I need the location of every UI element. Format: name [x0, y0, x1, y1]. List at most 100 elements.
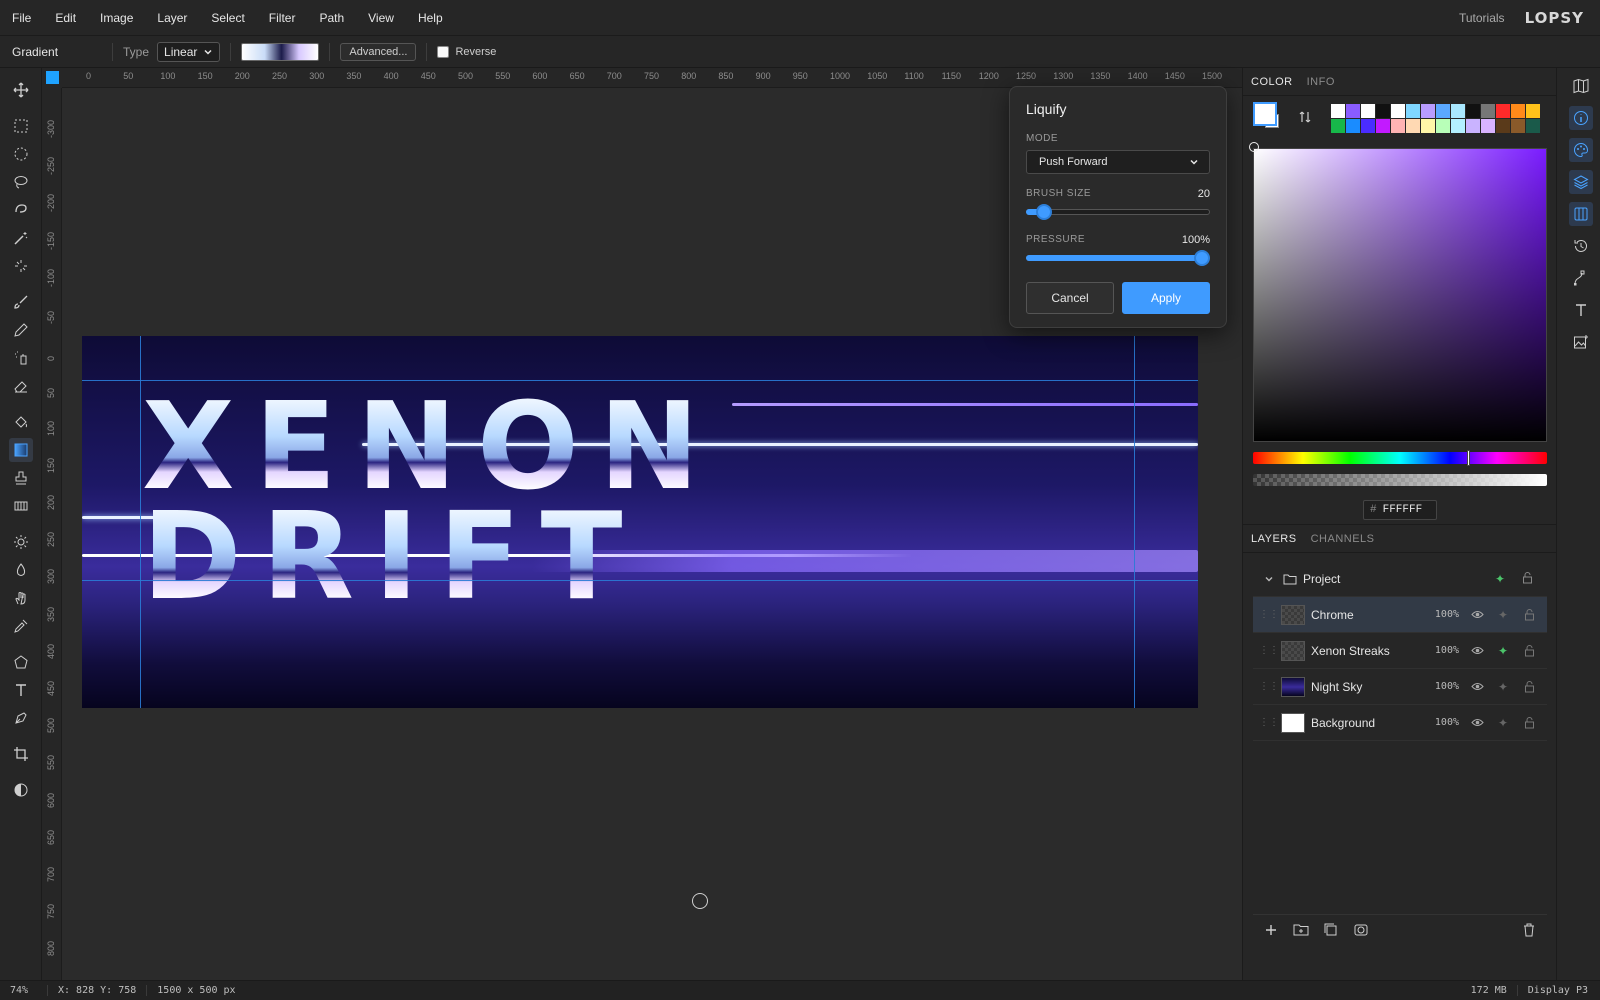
- eye-icon[interactable]: [1469, 679, 1485, 695]
- dodge-icon[interactable]: [9, 530, 33, 554]
- color-swatch[interactable]: [1481, 119, 1495, 133]
- advanced-button[interactable]: Advanced...: [340, 42, 417, 61]
- color-swatch[interactable]: [1511, 104, 1525, 118]
- lock-icon[interactable]: [1521, 679, 1537, 695]
- brush-icon[interactable]: [9, 290, 33, 314]
- color-swatch[interactable]: [1346, 119, 1360, 133]
- hue-slider-handle[interactable]: [1467, 450, 1470, 466]
- guide-vertical-right[interactable]: [1134, 336, 1135, 708]
- color-swatch[interactable]: [1406, 119, 1420, 133]
- layer-opacity[interactable]: 100%: [1419, 681, 1459, 692]
- guide-horizontal-bottom[interactable]: [82, 580, 1198, 581]
- layer-row-night-sky[interactable]: ⋮⋮ Night Sky 100% ✦: [1253, 669, 1547, 705]
- menu-view[interactable]: View: [356, 0, 406, 36]
- mode-select[interactable]: Push Forward: [1026, 150, 1210, 174]
- text-tool-icon[interactable]: [9, 678, 33, 702]
- tab-color[interactable]: COLOR: [1251, 76, 1293, 88]
- history-icon[interactable]: [1569, 234, 1593, 258]
- slider-handle[interactable]: [1036, 204, 1053, 220]
- saturation-brightness-field[interactable]: [1253, 148, 1547, 442]
- blur-icon[interactable]: [9, 558, 33, 582]
- eye-icon[interactable]: [1469, 715, 1485, 731]
- layer-row-chrome[interactable]: ⋮⋮ Chrome 100% ✦: [1253, 597, 1547, 633]
- pattern-icon[interactable]: [9, 494, 33, 518]
- menu-filter[interactable]: Filter: [257, 0, 308, 36]
- layer-row-xenon-streaks[interactable]: ⋮⋮ Xenon Streaks 100% ✦: [1253, 633, 1547, 669]
- tab-channels[interactable]: CHANNELS: [1311, 533, 1375, 545]
- guide-vertical-left[interactable]: [140, 336, 141, 708]
- layer-opacity[interactable]: 100%: [1419, 645, 1459, 656]
- contrast-icon[interactable]: [9, 778, 33, 802]
- artwork-canvas[interactable]: XENON DRIFT: [82, 336, 1198, 708]
- drag-handle-icon[interactable]: ⋮⋮: [1259, 609, 1279, 620]
- effects-icon[interactable]: ✦: [1495, 607, 1511, 623]
- rect-select-icon[interactable]: [9, 114, 33, 138]
- layer-row-background[interactable]: ⋮⋮ Background 100% ✦: [1253, 705, 1547, 741]
- color-swatch[interactable]: [1361, 104, 1375, 118]
- lock-icon[interactable]: [1521, 643, 1537, 659]
- tutorials-link[interactable]: Tutorials: [1459, 11, 1505, 25]
- color-swatch[interactable]: [1331, 119, 1345, 133]
- color-swatch[interactable]: [1331, 104, 1345, 118]
- magnetic-lasso-icon[interactable]: [9, 198, 33, 222]
- drag-handle-icon[interactable]: ⋮⋮: [1259, 717, 1279, 728]
- pencil-icon[interactable]: [9, 318, 33, 342]
- new-group-icon[interactable]: [1293, 922, 1309, 938]
- polygon-icon[interactable]: [9, 650, 33, 674]
- menu-select[interactable]: Select: [199, 0, 256, 36]
- layer-group-project[interactable]: Project ✦: [1253, 561, 1547, 597]
- color-swatch[interactable]: [1526, 119, 1540, 133]
- foreground-color-swatch[interactable]: [1253, 102, 1277, 126]
- mask-icon[interactable]: [1353, 922, 1369, 938]
- horizontal-ruler[interactable]: 0 50 100 150 200 250 300 350 400 450 500 550 600 650 7…: [62, 68, 1242, 88]
- menu-layer[interactable]: Layer: [145, 0, 199, 36]
- map-icon[interactable]: [1569, 74, 1593, 98]
- color-swatch[interactable]: [1481, 104, 1495, 118]
- drag-handle-icon[interactable]: ⋮⋮: [1259, 645, 1279, 656]
- lock-icon[interactable]: [1521, 607, 1537, 623]
- drag-handle-icon[interactable]: ⋮⋮: [1259, 681, 1279, 692]
- menu-path[interactable]: Path: [307, 0, 356, 36]
- hand-icon[interactable]: [9, 586, 33, 610]
- color-swatch[interactable]: [1436, 104, 1450, 118]
- info-icon[interactable]: [1569, 106, 1593, 130]
- ellipse-select-icon[interactable]: [9, 142, 33, 166]
- color-swatch[interactable]: [1466, 104, 1480, 118]
- vertical-ruler[interactable]: -300 -250 -200 -150 -100 -50 0 50 100 150 200 250 30…: [42, 88, 62, 980]
- color-swatch[interactable]: [1406, 104, 1420, 118]
- menu-help[interactable]: Help: [406, 0, 455, 36]
- eye-icon[interactable]: [1469, 607, 1485, 623]
- menu-image[interactable]: Image: [88, 0, 145, 36]
- gradient-preview[interactable]: [241, 42, 320, 61]
- color-swatch[interactable]: [1391, 104, 1405, 118]
- color-swatch[interactable]: [1421, 104, 1435, 118]
- character-icon[interactable]: [1569, 298, 1593, 322]
- color-swatch[interactable]: [1496, 119, 1510, 133]
- eyedropper-icon[interactable]: [9, 614, 33, 638]
- guide-horizontal-top[interactable]: [82, 380, 1198, 381]
- effects-icon[interactable]: ✦: [1495, 679, 1511, 695]
- lock-icon[interactable]: [1521, 715, 1537, 731]
- layer-opacity[interactable]: 100%: [1419, 717, 1459, 728]
- pen-icon[interactable]: [9, 706, 33, 730]
- menu-edit[interactable]: Edit: [43, 0, 88, 36]
- color-swatch[interactable]: [1376, 119, 1390, 133]
- color-swatch[interactable]: [1466, 119, 1480, 133]
- color-swatch[interactable]: [1451, 119, 1465, 133]
- crop-icon[interactable]: [9, 742, 33, 766]
- chevron-down-icon[interactable]: [1257, 574, 1281, 584]
- color-swatch[interactable]: [1526, 104, 1540, 118]
- slider-handle[interactable]: [1194, 250, 1210, 266]
- lasso-icon[interactable]: [9, 170, 33, 194]
- color-swatch[interactable]: [1436, 119, 1450, 133]
- eraser-icon[interactable]: [9, 374, 33, 398]
- zoom-level[interactable]: 74%: [0, 985, 48, 996]
- effects-icon[interactable]: ✦: [1495, 715, 1511, 731]
- cancel-button[interactable]: Cancel: [1026, 282, 1114, 314]
- brush-size-slider[interactable]: [1026, 204, 1210, 220]
- lock-icon[interactable]: [1521, 571, 1537, 587]
- add-layer-icon[interactable]: [1263, 922, 1279, 938]
- trash-icon[interactable]: [1521, 922, 1537, 938]
- stamp-icon[interactable]: [9, 466, 33, 490]
- apply-button[interactable]: Apply: [1122, 282, 1210, 314]
